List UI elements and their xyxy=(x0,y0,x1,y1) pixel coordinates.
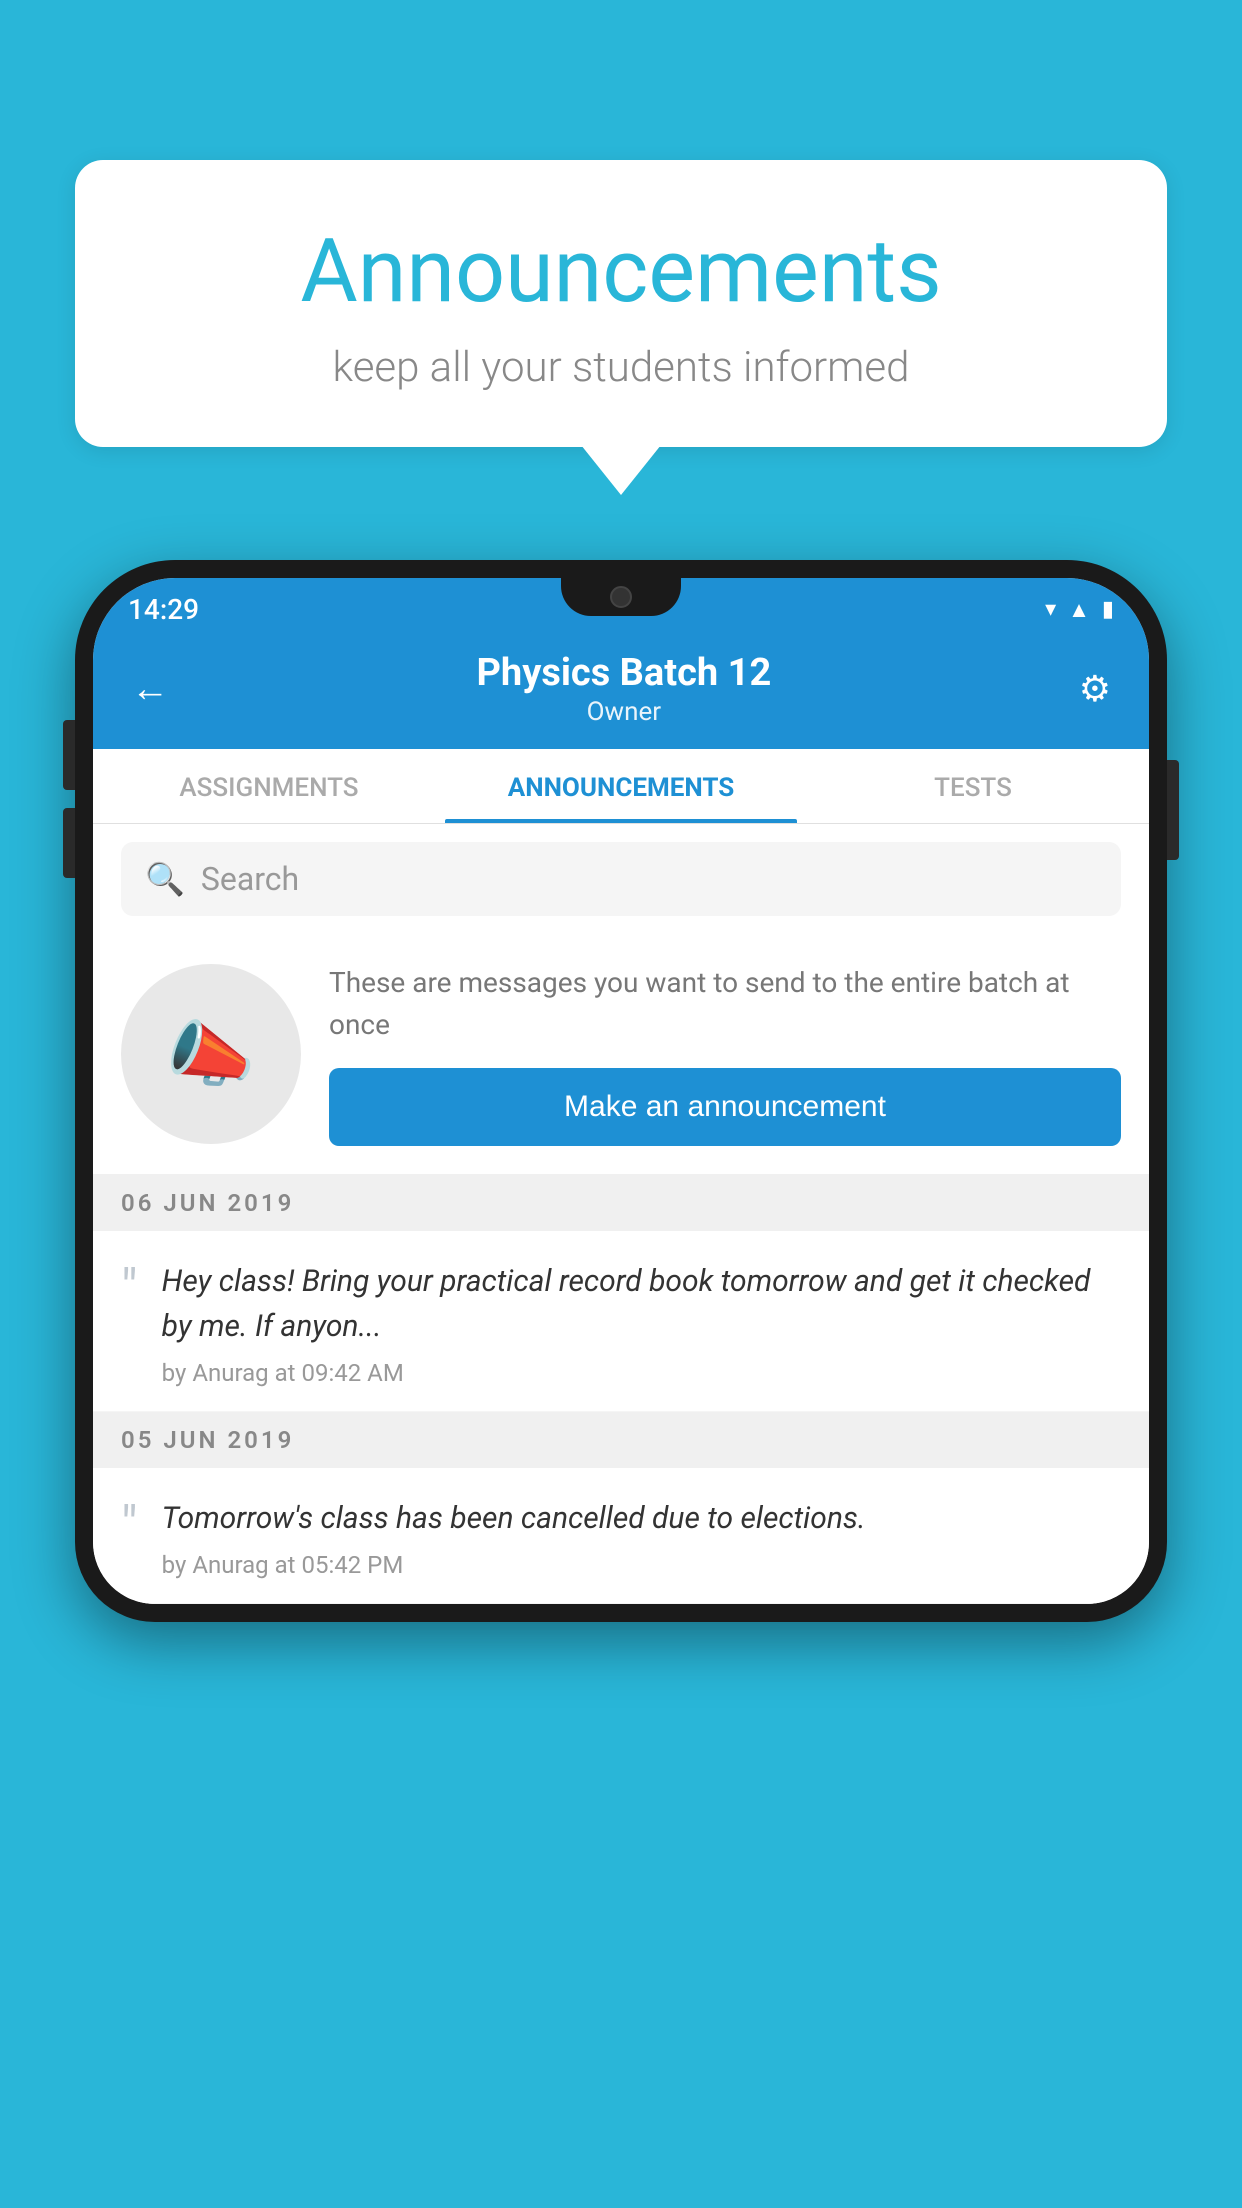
promo-description: These are messages you want to send to t… xyxy=(329,962,1121,1046)
header-subtitle: Owner xyxy=(177,697,1071,727)
announcement-text-2: Tomorrow's class has been cancelled due … xyxy=(162,1496,1121,1541)
date-separator-2: 05 JUN 2019 xyxy=(93,1412,1149,1468)
volume-up-button xyxy=(63,720,75,790)
search-placeholder: Search xyxy=(201,860,299,898)
promo-content: These are messages you want to send to t… xyxy=(329,962,1121,1146)
tab-assignments[interactable]: ASSIGNMENTS xyxy=(93,749,445,823)
make-announcement-button[interactable]: Make an announcement xyxy=(329,1068,1121,1146)
quote-icon-1: " xyxy=(121,1259,138,1315)
tab-announcements[interactable]: ANNOUNCEMENTS xyxy=(445,749,797,823)
announcement-item-1[interactable]: " Hey class! Bring your practical record… xyxy=(93,1231,1149,1412)
speech-bubble-container: Announcements keep all your students inf… xyxy=(75,160,1167,447)
date-separator-1: 06 JUN 2019 xyxy=(93,1175,1149,1231)
announcement-text-1: Hey class! Bring your practical record b… xyxy=(162,1259,1121,1349)
search-container: 🔍 Search xyxy=(93,824,1149,934)
announcement-item-2[interactable]: " Tomorrow's class has been cancelled du… xyxy=(93,1468,1149,1604)
date-label-2: 05 JUN 2019 xyxy=(121,1426,294,1454)
front-camera xyxy=(610,586,632,608)
status-icons: ▾ ▲ ▮ xyxy=(1045,597,1114,623)
announcement-content-1: Hey class! Bring your practical record b… xyxy=(162,1259,1121,1387)
promo-icon-circle: 📣 xyxy=(121,964,301,1144)
megaphone-icon: 📣 xyxy=(166,1012,256,1097)
back-button[interactable]: ← xyxy=(123,659,177,719)
phone-body: 14:29 ▾ ▲ ▮ ← Physics Batch 12 Owner ⚙ xyxy=(75,560,1167,1622)
volume-down-button xyxy=(63,808,75,878)
power-button xyxy=(1167,760,1179,860)
signal-icon: ▲ xyxy=(1068,597,1090,623)
phone-screen: 14:29 ▾ ▲ ▮ ← Physics Batch 12 Owner ⚙ xyxy=(93,578,1149,1604)
search-bar[interactable]: 🔍 Search xyxy=(121,842,1121,916)
search-icon: 🔍 xyxy=(145,860,185,898)
quote-icon-2: " xyxy=(121,1496,138,1552)
tab-tests[interactable]: TESTS xyxy=(797,749,1149,823)
battery-icon: ▮ xyxy=(1102,597,1114,622)
header-title: Physics Batch 12 xyxy=(177,651,1071,695)
announcement-meta-2: by Anurag at 05:42 PM xyxy=(162,1551,1121,1579)
bubble-subtitle: keep all your students informed xyxy=(135,343,1107,392)
tab-bar: ASSIGNMENTS ANNOUNCEMENTS TESTS xyxy=(93,749,1149,824)
bubble-title: Announcements xyxy=(135,220,1107,323)
promo-section: 📣 These are messages you want to send to… xyxy=(93,934,1149,1175)
phone-container: 14:29 ▾ ▲ ▮ ← Physics Batch 12 Owner ⚙ xyxy=(75,560,1167,2208)
header-title-group: Physics Batch 12 Owner xyxy=(177,651,1071,727)
app-header: ← Physics Batch 12 Owner ⚙ xyxy=(93,633,1149,749)
phone-notch xyxy=(561,578,681,616)
settings-icon[interactable]: ⚙ xyxy=(1071,660,1119,718)
date-label-1: 06 JUN 2019 xyxy=(121,1189,294,1217)
wifi-icon: ▾ xyxy=(1045,597,1056,622)
announcement-content-2: Tomorrow's class has been cancelled due … xyxy=(162,1496,1121,1579)
speech-bubble: Announcements keep all your students inf… xyxy=(75,160,1167,447)
announcement-meta-1: by Anurag at 09:42 AM xyxy=(162,1359,1121,1387)
status-time: 14:29 xyxy=(128,593,199,626)
